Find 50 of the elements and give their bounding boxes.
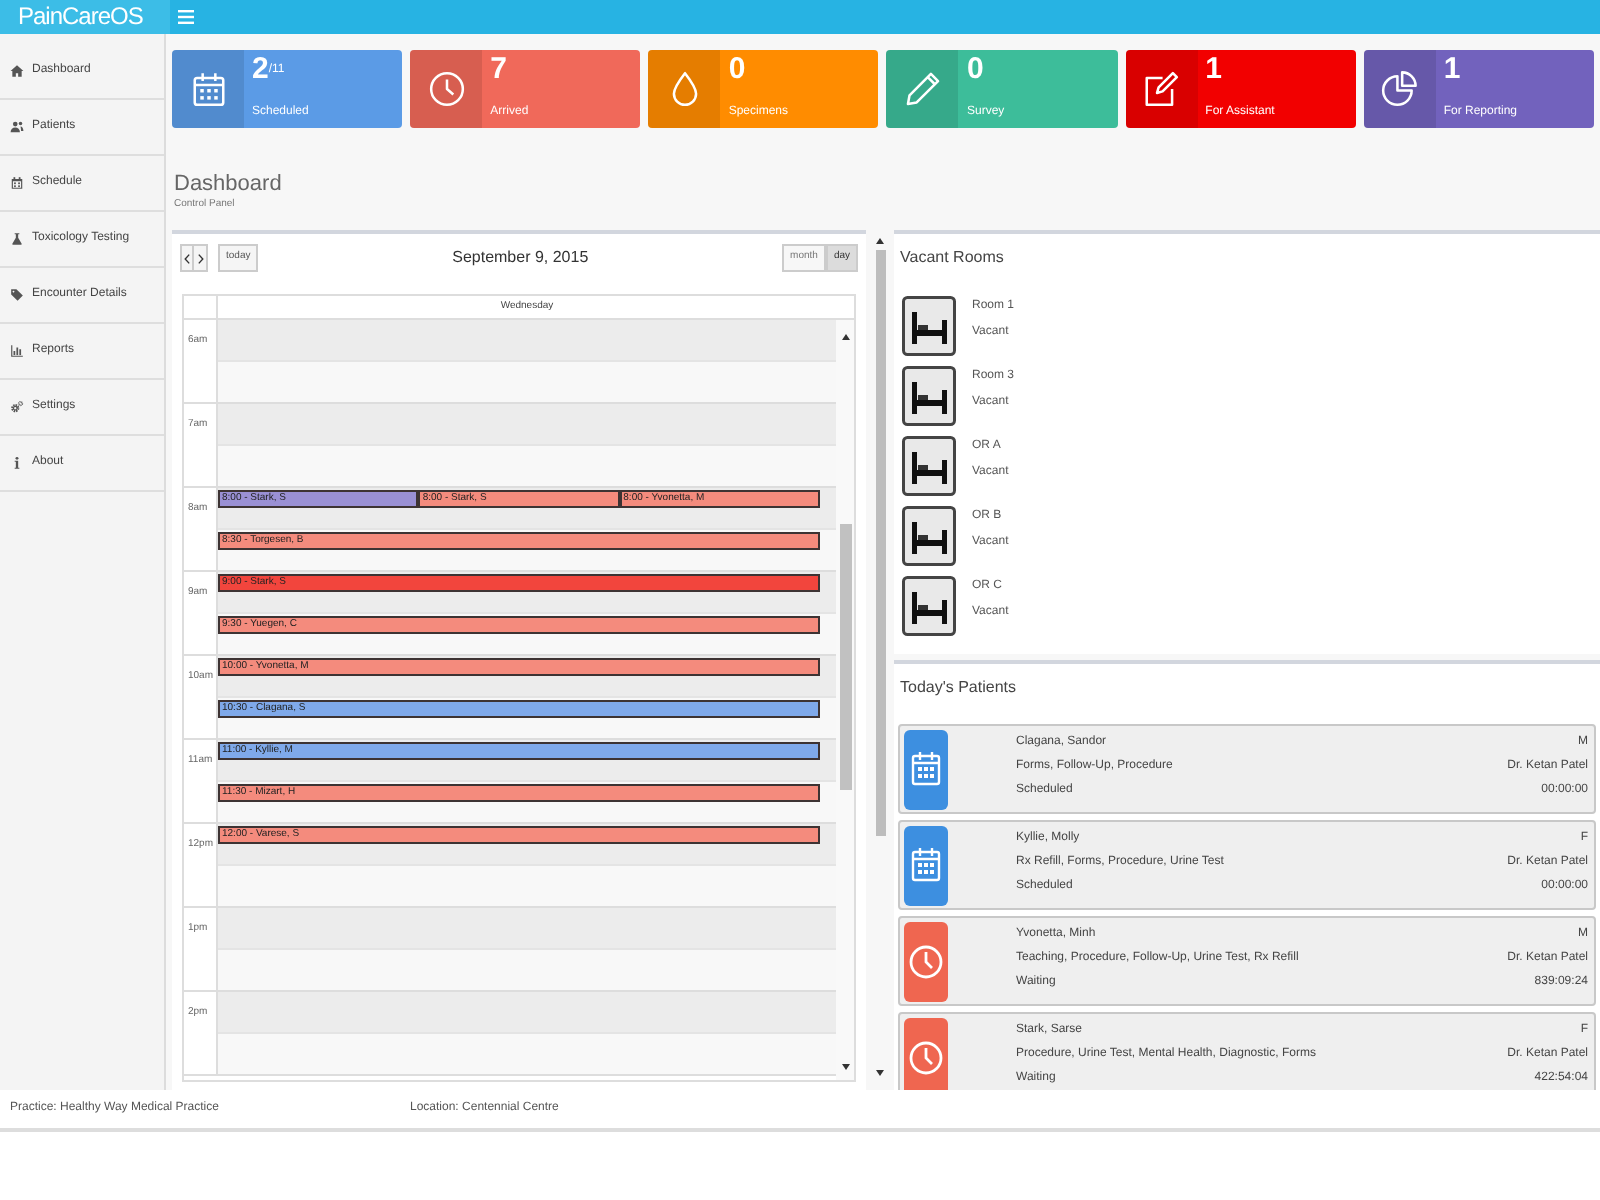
bed-icon: [902, 576, 956, 636]
card-title: Vacant Rooms: [900, 248, 1004, 268]
users-icon: [10, 120, 24, 134]
stat-value: 1: [1443, 52, 1461, 86]
stat-value: 1: [1205, 52, 1222, 86]
stat-value: 2$^{/11}$: [252, 52, 285, 86]
time-slot[interactable]: [218, 866, 836, 908]
scrollbar-thumb[interactable]: [875, 250, 885, 836]
next-button[interactable]: [194, 244, 208, 272]
gear-icon: [10, 400, 24, 414]
scrollbar-thumb[interactable]: [839, 524, 851, 790]
scrollbar[interactable]: [836, 320, 854, 1080]
calendar-title: September 9, 2015: [452, 246, 589, 270]
pie-chart-icon: [1380, 70, 1419, 108]
time-slot[interactable]: [218, 404, 836, 446]
chevron-left-icon: [184, 253, 190, 263]
chevron-right-icon: [197, 253, 203, 263]
time-slot[interactable]: [218, 908, 836, 950]
calendar-icon: [904, 730, 948, 810]
clock-icon: [427, 70, 466, 108]
stat-value: 7: [490, 52, 507, 86]
scroll-down-icon[interactable]: [841, 1064, 849, 1070]
bar-chart-icon: [10, 344, 24, 358]
page-title: Dashboard: [174, 172, 282, 198]
time-slot[interactable]: [218, 362, 836, 404]
edit-icon: [1142, 70, 1181, 108]
flask-icon: [10, 232, 24, 246]
home-icon: [10, 64, 24, 78]
clock-icon: [904, 922, 948, 1002]
info-icon: [10, 456, 24, 470]
scroll-down-icon[interactable]: [876, 1070, 884, 1076]
bed-icon: [902, 296, 956, 356]
scroll-up-icon[interactable]: [876, 238, 884, 244]
time-slot[interactable]: [218, 950, 836, 992]
scroll-up-icon[interactable]: [841, 334, 849, 340]
calendar-icon: [10, 176, 24, 190]
bed-icon: [902, 436, 956, 496]
tag-icon: [10, 288, 24, 302]
calendar-icon: [904, 826, 948, 906]
calendar-icon: [189, 70, 227, 108]
bed-icon: [902, 506, 956, 566]
previous-button[interactable]: [180, 244, 194, 272]
stat-value: 0: [966, 52, 984, 86]
menu-icon[interactable]: [178, 10, 194, 24]
bed-icon: [902, 366, 956, 426]
pencil-icon: [903, 70, 942, 108]
stat-value: 0: [728, 52, 746, 86]
time-slot[interactable]: [218, 446, 836, 488]
time-slot[interactable]: [218, 992, 836, 1034]
card-title: Today's Patients: [900, 678, 1017, 698]
